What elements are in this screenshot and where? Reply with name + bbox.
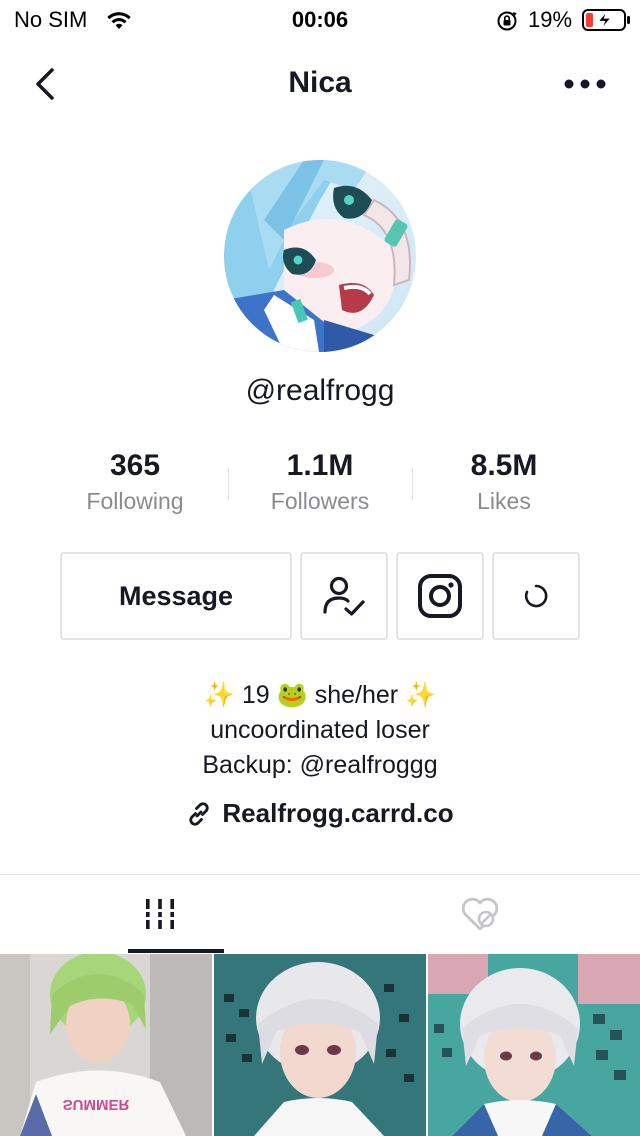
- battery-charging-icon: [582, 9, 630, 31]
- chevron-left-icon: [36, 68, 54, 100]
- link-text: Realfrogg.carrd.co: [222, 798, 454, 828]
- svg-text:SUMMER: SUMMER: [63, 1096, 130, 1113]
- likes-label: Likes: [477, 488, 531, 514]
- followers-count: 1.1M: [286, 449, 354, 482]
- user-check-icon: [323, 576, 365, 616]
- bio-line: ✨ 19 🐸 she/her ✨: [203, 681, 437, 709]
- video-grid: SUMMER: [0, 954, 640, 1136]
- battery-percent: 19%: [528, 7, 573, 32]
- profile-bio: ✨ 19 🐸 she/her ✨ uncoordinated loser Bac…: [0, 678, 640, 783]
- rotation-lock-icon: [497, 11, 517, 31]
- grid-icon: [144, 899, 176, 929]
- profile-stats: 365 Following 1.1M Followers 8.5M Likes: [0, 448, 640, 528]
- more-horizontal-icon: [564, 79, 606, 89]
- video-thumbnail-3: [428, 954, 640, 1136]
- back-button[interactable]: [28, 64, 68, 104]
- stat-likes[interactable]: 8.5M Likes: [412, 448, 596, 515]
- stat-following[interactable]: 365 Following: [43, 448, 227, 515]
- link-icon: [189, 801, 210, 826]
- loading-icon: [524, 584, 548, 608]
- message-button[interactable]: Message: [60, 552, 292, 640]
- avatar[interactable]: [224, 160, 416, 352]
- more-options-button[interactable]: [560, 66, 610, 102]
- instagram-button[interactable]: [396, 552, 484, 640]
- likes-count: 8.5M: [470, 449, 538, 482]
- following-count: 365: [109, 449, 161, 482]
- profile-actions: Message: [0, 552, 640, 640]
- tab-videos[interactable]: [0, 875, 320, 953]
- status-bar: No SIM 00:06 19%: [0, 0, 640, 40]
- avatar-image: [224, 160, 416, 352]
- bio-line: Backup: @realfroggg: [202, 751, 438, 779]
- instagram-icon: [418, 574, 462, 618]
- video-thumbnail[interactable]: [214, 954, 426, 1136]
- following-label: Following: [86, 488, 184, 514]
- tab-liked[interactable]: [320, 875, 640, 953]
- video-thumbnail-2: [214, 954, 426, 1136]
- more-actions-button[interactable]: [492, 552, 580, 640]
- stat-followers[interactable]: 1.1M Followers: [228, 448, 412, 515]
- video-thumbnail[interactable]: [428, 954, 640, 1136]
- profile-link[interactable]: Realfrogg.carrd.co: [0, 798, 640, 829]
- username-handle: @realfrogg: [245, 374, 395, 407]
- video-thumbnail[interactable]: SUMMER: [0, 954, 212, 1136]
- page-title: Nica: [288, 66, 352, 99]
- bio-line: uncoordinated loser: [210, 716, 430, 744]
- following-status-button[interactable]: [300, 552, 388, 640]
- nav-bar: Nica: [0, 56, 640, 112]
- liked-hidden-icon: [461, 897, 499, 931]
- profile-tabs: [0, 875, 640, 953]
- active-tab-indicator: [128, 949, 224, 953]
- followers-label: Followers: [270, 488, 370, 514]
- video-thumbnail-1: SUMMER: [0, 954, 212, 1136]
